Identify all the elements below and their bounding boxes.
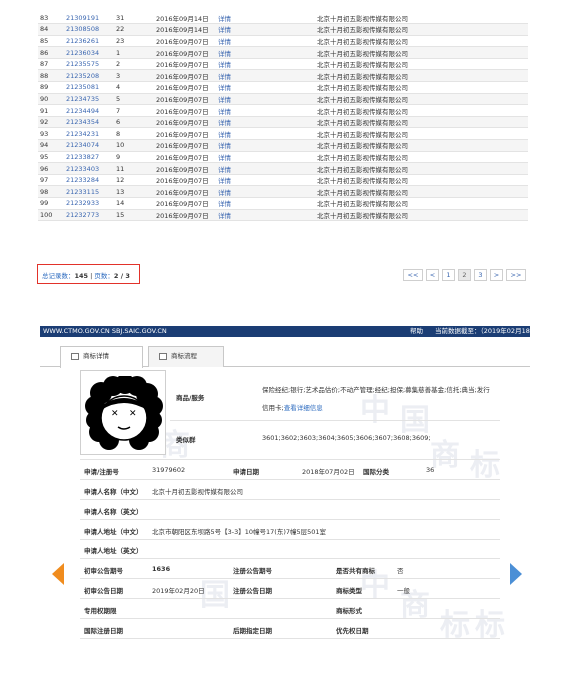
similar-group-value: 3601;3602;3603;3604;3605;3606;3607;3608;…	[262, 434, 431, 442]
priority-date-label: 优先权日期	[336, 627, 369, 635]
watermark-char: 标	[470, 448, 500, 483]
watermark-char: 国	[400, 403, 430, 438]
divider	[80, 558, 500, 559]
divider	[80, 499, 500, 500]
form-label: 商标形式	[336, 607, 362, 615]
divider	[80, 479, 500, 480]
type-label: 商标类型	[336, 587, 362, 595]
type-value: 一般	[397, 587, 410, 595]
goods-label: 商品/服务	[176, 394, 205, 402]
applicant-cn-label: 申请人名称（中文）	[84, 488, 143, 496]
later-date-label: 后期指定日期	[233, 627, 272, 635]
divider	[80, 638, 500, 639]
reg-date-label: 注册公告日期	[233, 587, 272, 595]
divider	[80, 539, 500, 540]
divider	[80, 598, 500, 599]
shared-value: 否	[397, 567, 404, 575]
divider	[80, 578, 500, 579]
reg-issue-label: 注册公告期号	[233, 567, 272, 575]
divider	[80, 459, 500, 460]
goods-value2: 信用卡;	[262, 404, 284, 412]
prelim-issue-label: 初审公告期号	[84, 567, 123, 575]
divider	[170, 420, 500, 421]
goods-value: 保险经纪;银行;艺术品估价;不动产管理;经纪;担保;募集慈善基金;信托;典当;发…	[262, 386, 490, 394]
view-goods-detail-link[interactable]: 查看详细信息	[284, 404, 323, 412]
prelim-date-value: 2019年02月20日	[152, 587, 205, 595]
app-date-label: 申请日期	[233, 468, 259, 476]
svg-text:✕: ✕	[129, 409, 137, 419]
shared-label: 是否共有商标	[336, 567, 375, 575]
divider	[80, 519, 500, 520]
applicant-en-label: 申请人名称（英文）	[84, 508, 143, 516]
intl-class-label: 国际分类	[363, 468, 389, 476]
intl-reg-date-label: 国际注册日期	[84, 627, 123, 635]
address-cn-label: 申请人地址（中文）	[84, 528, 143, 536]
svg-text:✕: ✕	[111, 409, 119, 419]
prelim-date-label: 初审公告日期	[84, 587, 123, 595]
address-cn-value: 北京市朝阳区东坝路5号【3-3】10幢号17(东)7幢5层501室	[152, 528, 327, 536]
app-no-label: 申请/注册号	[84, 468, 119, 476]
prev-record-arrow-icon[interactable]	[52, 563, 64, 585]
app-date-value: 2018年07月02日	[302, 468, 355, 476]
intl-class-value: 36	[426, 466, 435, 474]
watermark-char: 商	[430, 438, 460, 473]
goods-value-line2: 信用卡;查看详细信息	[262, 402, 323, 412]
prelim-issue-value: 1636	[152, 565, 171, 573]
divider	[80, 618, 500, 619]
address-en-label: 申请人地址（英文）	[84, 547, 143, 555]
exclusive-label: 专用权期限	[84, 607, 117, 615]
next-record-arrow-icon[interactable]	[510, 563, 522, 585]
trademark-logo-icon: ✕ ✕	[85, 376, 163, 450]
trademark-image: ✕ ✕	[80, 370, 166, 455]
app-no-value: 31979602	[152, 466, 186, 474]
trademark-detail: 中 国 商 标 商 中 商 标 国 标 ✕ ✕ 商品/服务 保险经纪;银行;艺术…	[0, 0, 561, 675]
similar-group-label: 类似群	[176, 436, 196, 444]
applicant-cn-value: 北京十月初五影视传媒有限公司	[152, 488, 243, 496]
